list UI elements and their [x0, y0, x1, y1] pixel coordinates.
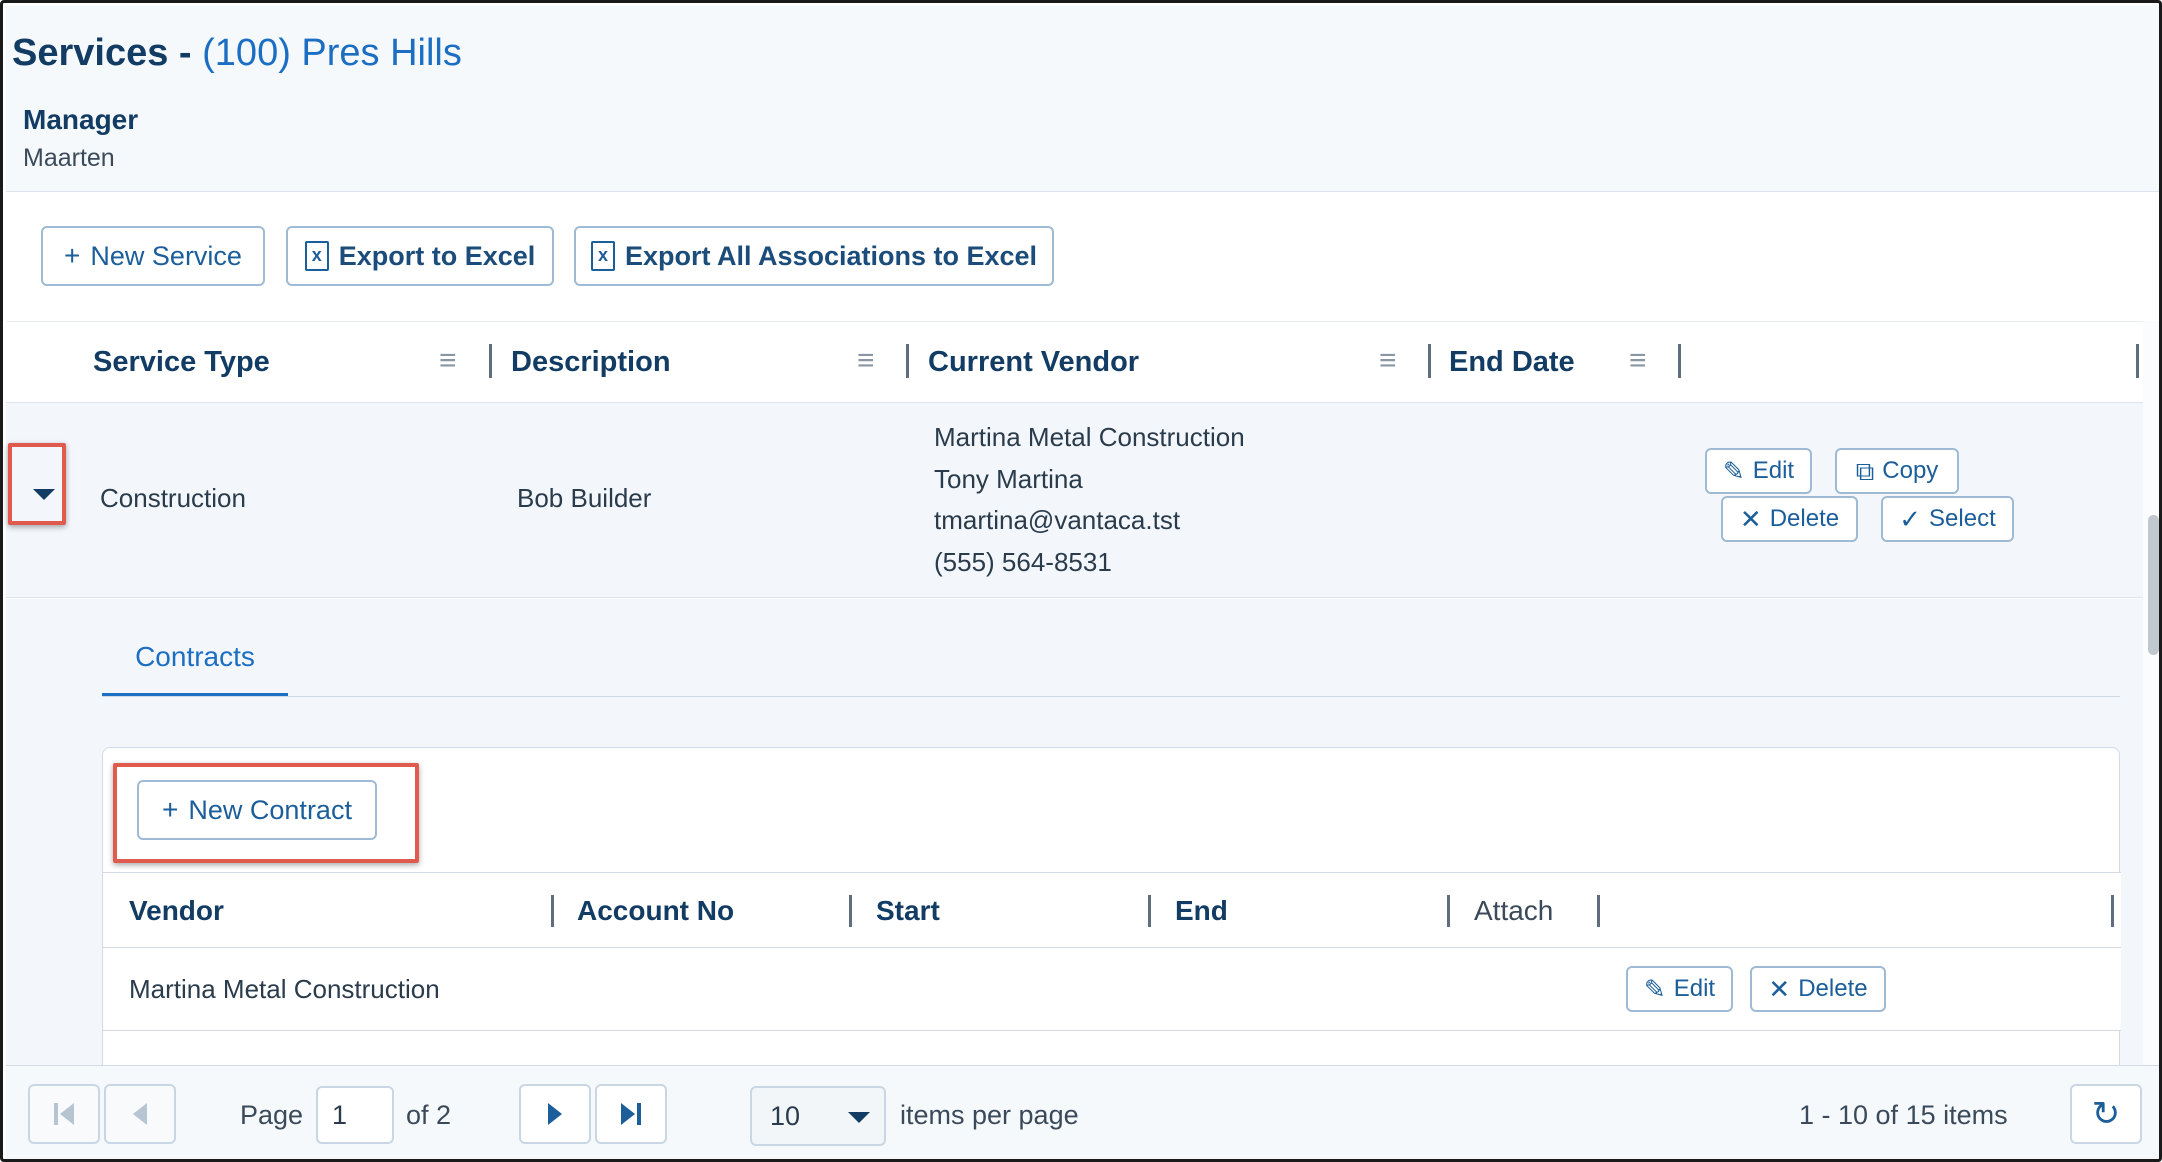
excel-file-icon: [304, 241, 329, 271]
new-contract-highlight-box: [113, 763, 419, 863]
pencil-icon: ✎: [1722, 456, 1745, 486]
previous-page-button[interactable]: [104, 1084, 176, 1144]
items-per-page-label: items per page: [900, 1100, 1079, 1130]
first-page-button[interactable]: [28, 1084, 100, 1144]
delete-label: Delete: [1769, 505, 1840, 532]
copy-icon: ⧉: [1855, 456, 1875, 486]
column-header-end[interactable]: End: [1175, 895, 1228, 927]
current-vendor-cell: Martina Metal Construction Tony Martina …: [934, 417, 1245, 583]
page-number-input[interactable]: 1: [316, 1086, 394, 1144]
column-header-attach[interactable]: Attach: [1474, 895, 1553, 927]
pencil-icon: ✎: [1643, 974, 1666, 1004]
column-resize-handle[interactable]: [2111, 895, 2114, 927]
tab-contracts[interactable]: Contracts: [102, 637, 288, 697]
page-label: Page: [240, 1100, 304, 1130]
column-resize-handle[interactable]: [906, 344, 909, 378]
refresh-icon: ↻: [2091, 1095, 2121, 1133]
column-resize-handle[interactable]: [2136, 344, 2139, 378]
column-resize-handle[interactable]: [1447, 895, 1450, 927]
export-all-excel-button[interactable]: Export All Associations to Excel: [574, 226, 1054, 286]
pager: Page 1 of 2 10 items per page 1 - 10 of …: [6, 1065, 2159, 1159]
service-type-cell: Construction: [100, 483, 246, 513]
page-header: Services - (100) Pres Hills Manager Maar…: [6, 6, 2159, 192]
check-icon: ✓: [1899, 504, 1922, 534]
expand-highlight-box: [8, 443, 66, 525]
chevron-down-icon: [848, 1112, 870, 1123]
column-resize-handle[interactable]: [1148, 895, 1151, 927]
export-all-label: Export All Associations to Excel: [624, 240, 1038, 271]
column-resize-handle[interactable]: [1597, 895, 1600, 927]
column-resize-handle[interactable]: [849, 895, 852, 927]
pager-summary: 1 - 10 of 15 items: [1799, 1100, 2008, 1130]
page-size-value: 10: [770, 1101, 801, 1131]
next-page-button[interactable]: [519, 1084, 591, 1144]
select-label: Select: [1929, 505, 1996, 532]
vendor-contact: Tony Martina: [934, 463, 1083, 494]
column-header-vendor[interactable]: Vendor: [129, 895, 224, 927]
close-icon: ✕: [1739, 504, 1762, 534]
contracts-grid-header: Vendor Account No Start End Attach: [103, 872, 2121, 948]
app-frame: Services - (100) Pres Hills Manager Maar…: [0, 0, 2162, 1162]
column-menu-icon[interactable]: ≡: [857, 346, 875, 376]
column-header-service-type[interactable]: Service Type: [93, 346, 270, 379]
page-count: of 2: [406, 1100, 452, 1130]
plus-icon: +: [64, 240, 81, 271]
last-page-icon: [621, 1103, 641, 1125]
edit-button[interactable]: ✎ Edit: [1705, 448, 1812, 494]
column-header-account-no[interactable]: Account No: [577, 895, 734, 927]
description-cell: Bob Builder: [517, 483, 652, 513]
edit-label: Edit: [1752, 457, 1795, 484]
page-size-select[interactable]: 10: [750, 1086, 886, 1146]
last-page-button[interactable]: [595, 1084, 667, 1144]
page-title-text: Services -: [12, 32, 192, 74]
edit-label: Edit: [1673, 975, 1716, 1002]
column-menu-icon[interactable]: ≡: [1629, 346, 1647, 376]
page-title: Services - (100) Pres Hills: [12, 32, 462, 75]
excel-file-icon: [590, 241, 615, 271]
previous-page-icon: [133, 1103, 147, 1125]
column-menu-icon[interactable]: ≡: [1379, 346, 1397, 376]
select-button[interactable]: ✓ Select: [1881, 496, 2014, 542]
export-excel-label: Export to Excel: [338, 240, 536, 271]
column-header-start[interactable]: Start: [876, 895, 940, 927]
delete-button[interactable]: ✕ Delete: [1721, 496, 1858, 542]
contract-vendor-cell: Martina Metal Construction: [129, 974, 440, 1004]
vendor-email: tmartina@vantaca.tst: [934, 505, 1181, 535]
column-resize-handle[interactable]: [1678, 344, 1681, 378]
vendor-phone: (555) 564-8531: [934, 546, 1112, 577]
manager-name: Maarten: [23, 144, 115, 172]
copy-button[interactable]: ⧉ Copy: [1835, 448, 1959, 494]
association-name: (100) Pres Hills: [202, 32, 462, 74]
new-service-label: New Service: [90, 240, 242, 271]
column-resize-handle[interactable]: [489, 344, 492, 378]
manager-label: Manager: [23, 104, 139, 135]
column-resize-handle[interactable]: [551, 895, 554, 927]
close-icon: ✕: [1768, 974, 1791, 1004]
column-header-current-vendor[interactable]: Current Vendor: [928, 346, 1139, 379]
delete-label: Delete: [1798, 975, 1868, 1002]
new-service-button[interactable]: + New Service: [41, 226, 265, 286]
first-page-icon: [54, 1103, 74, 1125]
refresh-button[interactable]: ↻: [2070, 1084, 2142, 1144]
contract-edit-button[interactable]: ✎ Edit: [1626, 966, 1733, 1012]
vertical-scrollbar-track[interactable]: [2143, 321, 2159, 1065]
next-page-icon: [548, 1103, 562, 1125]
export-excel-button[interactable]: Export to Excel: [286, 226, 554, 286]
services-grid-header: Service Type ≡ Description ≡ Current Ven…: [6, 321, 2159, 403]
tab-strip-divider: [102, 696, 2120, 697]
column-header-description[interactable]: Description: [511, 346, 671, 379]
table-row[interactable]: Martina Metal Construction ✎ Edit ✕ Dele…: [103, 948, 2121, 1031]
contract-delete-button[interactable]: ✕ Delete: [1750, 966, 1886, 1012]
column-menu-icon[interactable]: ≡: [439, 346, 457, 376]
column-header-end-date[interactable]: End Date: [1449, 346, 1575, 379]
vendor-name: Martina Metal Construction: [934, 422, 1245, 452]
column-resize-handle[interactable]: [1428, 344, 1431, 378]
table-row[interactable]: Construction Bob Builder Martina Metal C…: [6, 403, 2159, 598]
vertical-scrollbar-thumb[interactable]: [2148, 515, 2159, 655]
copy-label: Copy: [1882, 457, 1939, 484]
